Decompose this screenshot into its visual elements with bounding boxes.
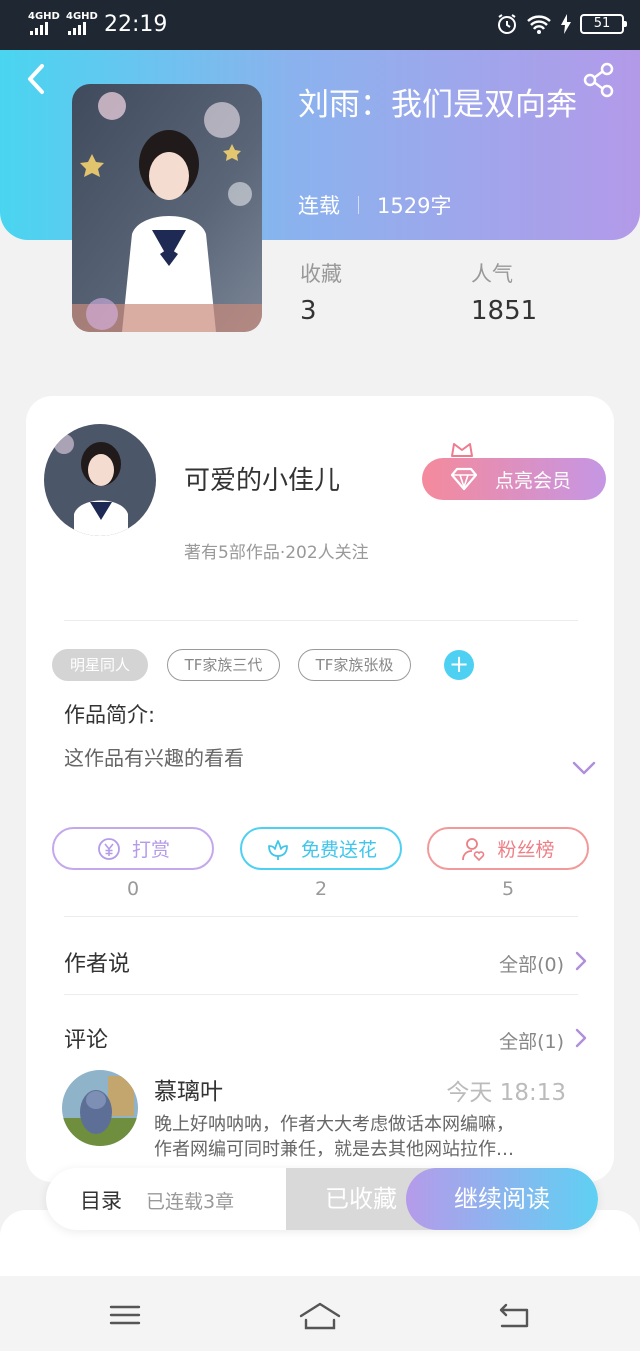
free-flower-button[interactable]: 免费送花 <box>240 827 402 870</box>
charging-icon <box>561 14 571 34</box>
back-arrow-icon[interactable] <box>22 62 52 96</box>
popularity-label: 人气 <box>471 262 513 286</box>
home-icon[interactable] <box>297 1298 343 1332</box>
status-bar: 4GHD 4GHD 22:19 51 <box>0 0 640 50</box>
book-word-count: 1529字 <box>377 194 452 218</box>
chevron-right-icon[interactable] <box>574 950 588 972</box>
comment-line: 晚上好呐呐呐，作者大大考虑做话本网编嘛， <box>154 1114 514 1135</box>
back-icon[interactable] <box>492 1298 538 1332</box>
signal-label-2: 4GHD <box>66 11 98 22</box>
signal-icon <box>68 22 86 35</box>
light-up-vip-button[interactable]: 点亮会员 <box>422 458 606 500</box>
author-says-all-link[interactable]: 全部(0) <box>499 950 564 977</box>
comment-line: 作者网编可同时兼任，就是去其他网站拉作… <box>154 1139 514 1160</box>
flower-count: 2 <box>314 878 328 900</box>
favorites-label: 收藏 <box>300 262 342 286</box>
fans-ranking-button[interactable]: 粉丝榜 <box>427 827 589 870</box>
popularity-value: 1851 <box>471 296 538 326</box>
comment-text[interactable]: 晚上好呐呐呐，作者大大考虑做话本网编嘛， 作者网编可同时兼任，就是去其他网站拉作… <box>154 1112 574 1162</box>
book-meta: 连载 1529字 <box>298 190 451 220</box>
crown-icon <box>451 443 473 457</box>
menu-icon[interactable] <box>102 1298 148 1332</box>
diamond-icon <box>450 467 478 491</box>
free-flower-label: 免费送花 <box>300 839 377 861</box>
fans-count: 5 <box>501 878 515 900</box>
book-status: 连载 <box>298 194 340 218</box>
signal-icon <box>30 22 48 35</box>
chevron-down-icon[interactable] <box>572 760 596 776</box>
vip-button-label: 点亮会员 <box>495 469 572 492</box>
intro-heading: 作品简介: <box>64 703 156 727</box>
reward-label: 打赏 <box>131 839 170 861</box>
status-time: 22:19 <box>104 12 168 37</box>
author-avatar[interactable] <box>44 424 156 536</box>
user-heart-icon <box>462 837 485 861</box>
comments-all-link[interactable]: 全部(1) <box>499 1027 564 1054</box>
commenter-name[interactable]: 慕璃叶 <box>154 1072 223 1106</box>
tag-item[interactable]: 明星同人 <box>52 649 148 681</box>
meta-divider <box>358 196 359 214</box>
reward-button[interactable]: 打赏 <box>52 827 214 870</box>
tag-item[interactable]: TF家族三代 <box>167 649 280 681</box>
toc-button[interactable]: 目录 <box>80 1185 122 1215</box>
comments-heading: 评论 <box>64 1028 109 1053</box>
commenter-avatar[interactable] <box>62 1070 138 1146</box>
divider <box>64 916 578 917</box>
battery-icon: 51 <box>580 14 627 34</box>
comment-time: 今天 18:13 <box>446 1080 566 1106</box>
yuan-coin-icon <box>98 837 120 860</box>
chevron-right-icon[interactable] <box>574 1027 588 1049</box>
tag-item[interactable]: TF家族张极 <box>298 649 411 681</box>
intro-text: 这作品有兴趣的看看 <box>64 746 244 770</box>
book-title: 刘雨：我们是双向奔 <box>298 87 577 123</box>
favorites-value: 3 <box>300 296 317 326</box>
flower-icon <box>268 839 288 860</box>
author-name[interactable]: 可爱的小佳儿 <box>184 460 340 497</box>
reward-count: 0 <box>126 878 140 900</box>
add-tag-button[interactable]: + <box>444 650 474 680</box>
continue-reading-button[interactable]: 继续阅读 <box>406 1168 598 1230</box>
reading-action-bar: 目录 已连载3章 已收藏 继续阅读 <box>46 1168 598 1230</box>
chapters-count: 已连载3章 <box>146 1191 235 1213</box>
signal-label-1: 4GHD <box>28 11 60 22</box>
divider <box>64 620 578 621</box>
author-says-heading: 作者说 <box>64 952 131 977</box>
status-icons: 51 <box>496 13 627 35</box>
fans-ranking-label: 粉丝榜 <box>497 839 555 861</box>
system-nav-bar <box>0 1276 640 1351</box>
alarm-icon <box>498 14 516 34</box>
author-stats: 著有5部作品·202人关注 <box>184 543 369 563</box>
divider <box>64 994 578 995</box>
book-cover[interactable] <box>72 84 262 332</box>
wifi-icon <box>527 15 551 34</box>
